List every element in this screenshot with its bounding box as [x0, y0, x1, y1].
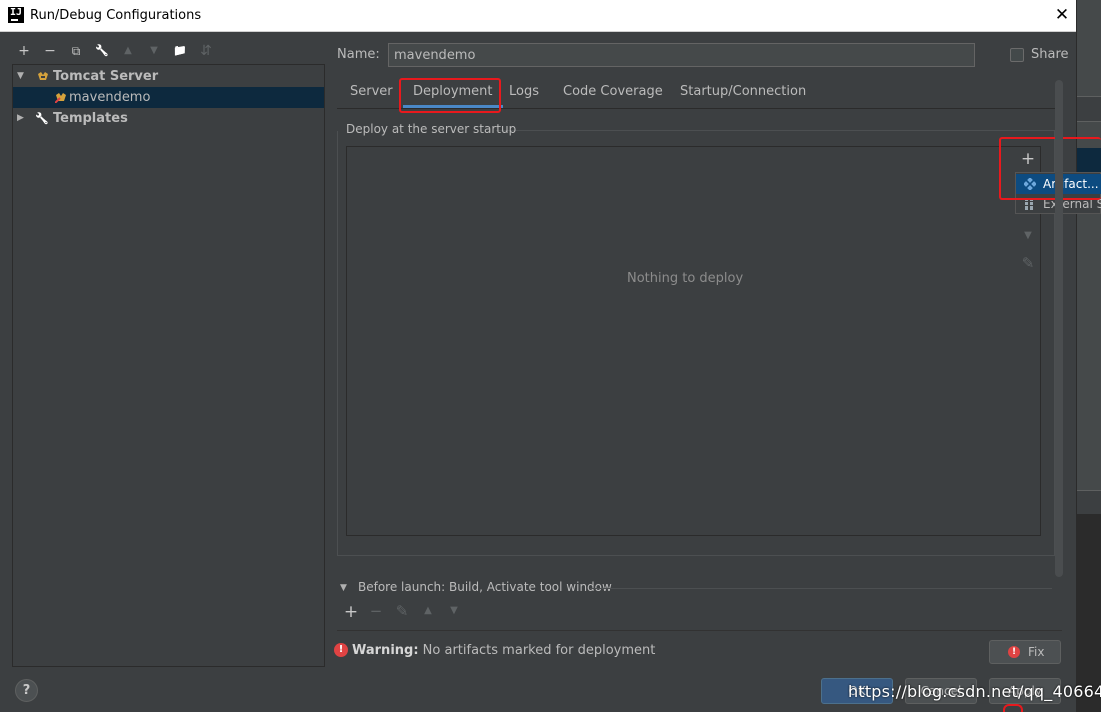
warning-label: Warning:	[352, 643, 419, 658]
fix-label: Fix	[1028, 645, 1045, 659]
fix-button[interactable]: ! Fix	[989, 640, 1061, 664]
arrow-up-icon[interactable]: ▲	[118, 40, 138, 62]
pencil-icon[interactable]: ✎	[393, 602, 411, 620]
tomcat-icon	[38, 72, 48, 80]
minus-icon[interactable]: −	[40, 40, 60, 62]
config-tree: ▼ Tomcat Server mavendemo ▶ 🔧 Templates	[12, 64, 325, 667]
arrow-down-icon[interactable]: ▼	[445, 605, 463, 616]
tree-node-tomcat-server[interactable]: ▼ Tomcat Server	[13, 66, 324, 87]
close-icon[interactable]: ✕	[1052, 4, 1072, 26]
tray-icon	[1003, 704, 1023, 712]
plus-icon[interactable]: +	[342, 602, 360, 622]
copy-icon[interactable]: ⧉	[66, 40, 86, 62]
tree-label: Templates	[53, 111, 128, 126]
arrow-down-icon[interactable]: ▼	[1017, 230, 1039, 241]
tree-label: mavendemo	[69, 90, 151, 105]
background-panel	[1077, 96, 1101, 122]
share-checkbox[interactable]	[1010, 48, 1024, 62]
name-label: Name:	[337, 47, 380, 62]
tree-node-templates[interactable]: ▶ 🔧 Templates	[13, 108, 324, 129]
collapse-arrow-icon[interactable]: ▼	[340, 583, 347, 593]
tab-code-coverage[interactable]: Code Coverage	[563, 78, 663, 108]
error-icon: !	[1008, 646, 1020, 658]
share-label[interactable]: Share	[1031, 47, 1069, 62]
expand-arrow-icon[interactable]: ▼	[17, 66, 24, 87]
highlight-box-add-menu	[999, 137, 1101, 200]
title-bar: IJ Run/Debug Configurations ✕	[0, 0, 1076, 32]
vertical-scrollbar[interactable]	[1055, 80, 1063, 577]
minus-icon[interactable]: −	[367, 602, 385, 620]
tree-node-mavendemo[interactable]: mavendemo	[13, 87, 324, 108]
intellij-icon: IJ	[8, 7, 24, 23]
plus-icon[interactable]: +	[14, 40, 34, 62]
sort-icon[interactable]: ⇵	[196, 40, 216, 62]
tab-server[interactable]: Server	[350, 78, 393, 108]
tree-label: Tomcat Server	[53, 69, 159, 84]
tab-startup-connection[interactable]: Startup/Connection	[680, 78, 806, 108]
before-launch-label[interactable]: Before launch: Build, Activate tool wind…	[358, 580, 612, 594]
background-panel	[1077, 490, 1101, 514]
tomcat-config-icon	[55, 93, 66, 103]
error-icon: !	[334, 643, 348, 657]
watermark-text: https://blog.csdn.net/qq_40664795	[848, 682, 1101, 701]
before-launch-divider	[590, 588, 1052, 589]
window-title: Run/Debug Configurations	[30, 8, 202, 23]
empty-state-text: Nothing to deploy	[627, 271, 744, 286]
folder-icon[interactable]: 📁	[170, 40, 190, 62]
background-window	[1076, 0, 1101, 712]
collapse-arrow-icon[interactable]: ▶	[17, 108, 24, 129]
wrench-icon: 🔧	[35, 112, 49, 125]
name-input[interactable]	[388, 43, 975, 67]
deploy-section-title: Deploy at the server startup	[346, 122, 517, 136]
section-divider	[337, 630, 1062, 631]
wrench-icon[interactable]: 🔧	[92, 40, 112, 62]
deploy-list[interactable]	[346, 146, 1016, 536]
pencil-icon[interactable]: ✎	[1017, 254, 1039, 272]
arrow-down-icon[interactable]: ▼	[144, 40, 164, 62]
arrow-up-icon[interactable]: ▲	[419, 605, 437, 616]
warning-message: Warning: No artifacts marked for deploym…	[352, 643, 655, 658]
highlight-box-deployment-tab	[399, 78, 501, 113]
warning-text: No artifacts marked for deployment	[418, 643, 656, 658]
tab-logs[interactable]: Logs	[509, 78, 539, 108]
help-button[interactable]: ?	[15, 679, 38, 702]
